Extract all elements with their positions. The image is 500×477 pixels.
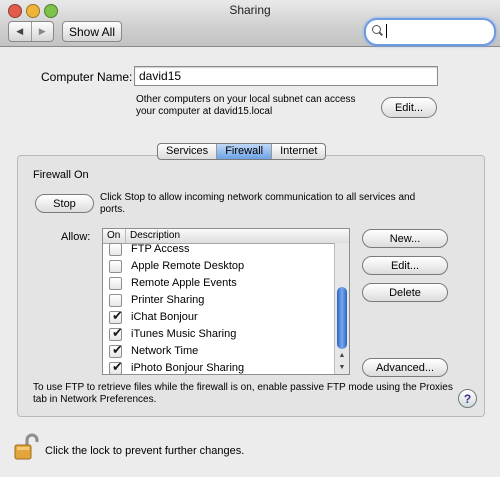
- forward-button[interactable]: ▶: [30, 22, 54, 41]
- services-list[interactable]: On Description FTP Access Apple Remote D…: [102, 228, 350, 375]
- sharing-window: Sharing ◀ ▶ Show All Computer Name: davi…: [0, 0, 500, 477]
- checkmark-icon: ✔: [112, 325, 123, 340]
- computer-name-label: Computer Name:: [41, 70, 133, 84]
- list-item[interactable]: Remote Apple Events: [103, 275, 335, 292]
- scroll-down-arrow-icon[interactable]: ▼: [335, 362, 349, 374]
- back-button[interactable]: ◀: [9, 22, 31, 41]
- stop-description-line1: Click Stop to allow incoming network com…: [100, 192, 416, 203]
- tab-firewall[interactable]: Firewall: [216, 144, 272, 159]
- service-checkbox[interactable]: [109, 243, 122, 256]
- title-bar: Sharing ◀ ▶ Show All: [0, 0, 500, 47]
- list-item[interactable]: Printer Sharing: [103, 292, 335, 309]
- service-checkbox[interactable]: ✔: [109, 342, 123, 358]
- help-icon[interactable]: ?: [458, 389, 477, 408]
- checkmark-icon: ✔: [112, 308, 123, 323]
- new-button[interactable]: New...: [362, 229, 448, 248]
- stop-description-line2: ports.: [100, 204, 126, 215]
- firewall-status: Firewall On: [33, 169, 89, 181]
- ftp-note-line2: tab in Network Preferences.: [33, 394, 157, 405]
- service-checkbox[interactable]: [109, 260, 122, 273]
- stop-button[interactable]: Stop: [35, 194, 94, 213]
- checkmark-icon: ✔: [112, 359, 123, 374]
- delete-button[interactable]: Delete: [362, 283, 448, 302]
- text-cursor: [386, 24, 387, 38]
- service-label: iPhoto Bonjour Sharing: [131, 362, 245, 374]
- nav-buttons: ◀ ▶: [8, 21, 54, 42]
- service-label: Network Time: [131, 345, 199, 357]
- service-label: Apple Remote Desktop: [131, 260, 245, 272]
- lock-text: Click the lock to prevent further change…: [45, 445, 245, 457]
- tab-bar: Services Firewall Internet: [157, 143, 327, 160]
- list-item[interactable]: ✔ iTunes Music Sharing: [103, 325, 335, 343]
- service-label: iTunes Music Sharing: [131, 328, 237, 340]
- service-checkbox[interactable]: [109, 294, 122, 307]
- service-checkbox[interactable]: [109, 277, 122, 290]
- list-item[interactable]: ✔ iPhoto Bonjour Sharing: [103, 359, 335, 374]
- service-label: Remote Apple Events: [131, 277, 237, 289]
- scroll-thumb[interactable]: [337, 287, 347, 349]
- tab-services[interactable]: Services: [158, 144, 216, 159]
- computer-name-field[interactable]: david15: [134, 66, 438, 86]
- service-label: Printer Sharing: [131, 294, 205, 306]
- search-icon: [372, 25, 381, 34]
- list-scrollbar[interactable]: ▲ ▼: [334, 243, 349, 374]
- computer-info-line1: Other computers on your local subnet can…: [136, 94, 356, 105]
- window-title: Sharing: [229, 3, 271, 17]
- lock-icon[interactable]: [14, 433, 40, 461]
- service-label: iChat Bonjour: [131, 311, 198, 323]
- list-item[interactable]: FTP Access: [103, 241, 335, 258]
- allow-label: Allow:: [61, 231, 91, 243]
- ftp-note-line1: To use FTP to retrieve files while the f…: [33, 382, 453, 393]
- show-all-button[interactable]: Show All: [62, 21, 122, 42]
- advanced-button[interactable]: Advanced...: [362, 358, 448, 377]
- service-checkbox[interactable]: ✔: [109, 308, 123, 324]
- edit-computer-name-button[interactable]: Edit...: [381, 97, 437, 118]
- scroll-up-arrow-icon[interactable]: ▲: [335, 350, 349, 362]
- list-item[interactable]: ✔ iChat Bonjour: [103, 308, 335, 326]
- edit-rule-button[interactable]: Edit...: [362, 256, 448, 275]
- service-checkbox[interactable]: ✔: [109, 325, 123, 341]
- service-checkbox[interactable]: ✔: [109, 359, 123, 374]
- checkmark-icon: ✔: [112, 342, 123, 357]
- service-label: FTP Access: [131, 243, 190, 255]
- tab-internet[interactable]: Internet: [271, 144, 325, 159]
- list-item[interactable]: Apple Remote Desktop: [103, 258, 335, 275]
- search-field[interactable]: [364, 18, 496, 46]
- list-item[interactable]: ✔ Network Time: [103, 342, 335, 360]
- computer-info-line2: your computer at david15.local: [136, 106, 273, 117]
